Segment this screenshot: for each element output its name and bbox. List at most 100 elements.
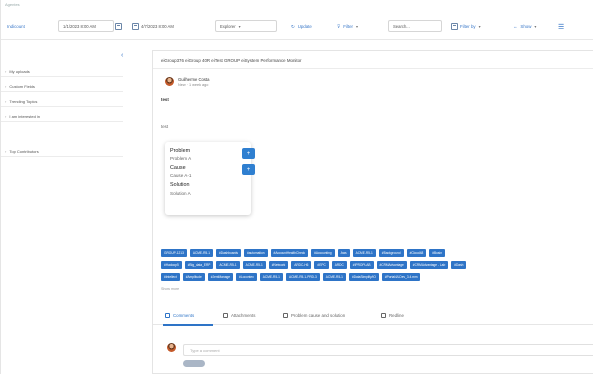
- tag-chip[interactable]: ACME-R5-1: [216, 261, 240, 269]
- tag-chip[interactable]: #Portal4/LDev_3.4.mm: [381, 273, 421, 281]
- tag-chip[interactable]: ACME-R5-1-PRD-3: [285, 273, 320, 281]
- tag-chip[interactable]: #JentManage: [207, 273, 234, 281]
- tab-problem-cause-solution[interactable]: Problem cause and solution: [283, 313, 345, 318]
- tag-chip[interactable]: #AccountHealthCheck: [270, 249, 309, 257]
- sidebar-item-my-uploads[interactable]: › My uploads: [1, 66, 123, 77]
- tag-chip[interactable]: Aws: [337, 249, 350, 257]
- solution-heading: Solution: [170, 182, 190, 188]
- tag-chip[interactable]: ACME-R5-1: [259, 273, 283, 281]
- update-button[interactable]: ↻ Update: [291, 21, 312, 32]
- add-cause-button[interactable]: +: [242, 164, 255, 175]
- tab-label: Redline: [389, 313, 404, 318]
- date-from-field[interactable]: 1/1/2023 8:00 AM: [58, 20, 114, 32]
- search-placeholder: Search...: [393, 23, 410, 29]
- post-panel: eiGroup376 eiGroup 40R eiTest GROUP eiSy…: [152, 50, 593, 374]
- tag-chip[interactable]: #Hadoop5: [161, 261, 182, 269]
- back-link[interactable]: Indicount: [7, 21, 25, 32]
- sidebar-item-interested[interactable]: › I am interested in: [1, 111, 123, 122]
- tag-chip[interactable]: GROUP-1213: [161, 249, 187, 257]
- tag-chip[interactable]: ACME-R5-1: [189, 249, 214, 257]
- menu-icon[interactable]: ☰: [558, 21, 564, 32]
- tag-chip[interactable]: #Big_data_ERP: [184, 261, 214, 269]
- sidebar-item-trending-topics[interactable]: › Trending Topics: [1, 96, 123, 107]
- tag-chip[interactable]: ACME-R5-1: [352, 249, 376, 257]
- tag-chip[interactable]: #DataSimplify/IO: [348, 273, 379, 281]
- sidebar: › My uploads › Custom Fields › Trending …: [1, 50, 126, 170]
- calendar-icon: [132, 22, 139, 30]
- tag-row: GROUP-1213 ACME-R5-1 #Dashboards #automatio…: [161, 249, 448, 258]
- tab-comments[interactable]: Comments: [165, 313, 194, 318]
- show-more-link[interactable]: Show more: [161, 287, 179, 291]
- tag-chip[interactable]: ACME-R5-1: [322, 273, 346, 281]
- funnel-icon: ⊽: [337, 23, 341, 29]
- divider: [153, 68, 593, 69]
- tag-chip[interactable]: #Dashboards: [216, 249, 241, 257]
- tag-chip[interactable]: #automation: [244, 249, 268, 257]
- tab-attachments[interactable]: Attachments: [223, 313, 255, 318]
- date-to-field[interactable]: 4/7/2023 8:00 AM: [128, 20, 186, 32]
- tag-chip[interactable]: #Cloud48: [406, 249, 427, 257]
- tag-chip[interactable]: #Busin: [429, 249, 445, 257]
- tag-chip[interactable]: #Intellect: [161, 273, 180, 281]
- tag-chip[interactable]: #Amplitude: [182, 273, 205, 281]
- view-select-value: Explorer: [220, 23, 236, 29]
- toolbar: Indicount 1/1/2023 8:00 AM 4/7/2023 8:00…: [1, 12, 593, 40]
- tag-chip[interactable]: #Accounting: [311, 249, 335, 257]
- post-title: eiGroup376 eiGroup 40R eiTest GROUP eiSy…: [161, 58, 302, 63]
- tag-chip[interactable]: #Network: [268, 261, 289, 269]
- post-time: New · 1 week ago: [178, 83, 209, 87]
- sidebar-item-label: Top Contributors: [9, 148, 39, 154]
- sidebar-item-label: Trending Topics: [9, 98, 38, 104]
- filter-by-button[interactable]: Filter by ▾: [451, 21, 481, 32]
- redline-icon: [381, 313, 386, 318]
- post-body-bold: test: [161, 97, 169, 102]
- chevron-down-icon: ▾: [238, 23, 241, 29]
- tag-chip[interactable]: #CRMAdvantage - Lab: [409, 261, 449, 269]
- calendar-icon[interactable]: [115, 21, 124, 32]
- post-comment-button[interactable]: [183, 360, 205, 367]
- filter-by-label: Filter by: [460, 24, 476, 29]
- post-tabs: Comments Attachments Problem cause and s…: [153, 309, 593, 326]
- tag-chip[interactable]: #CRMAdvantage: [376, 261, 407, 269]
- tag-chip[interactable]: #Locontex: [236, 273, 257, 281]
- app-window: Agentes Indicount 1/1/2023 8:00 AM 4/7/2…: [0, 0, 593, 374]
- problem-heading: Problem: [170, 148, 191, 154]
- sidebar-item-custom-fields[interactable]: › Custom Fields: [1, 81, 123, 92]
- chevron-right-icon: ›: [5, 83, 7, 89]
- window-title: Agentes: [5, 2, 20, 7]
- tag-chip[interactable]: ARDC-H6: [291, 261, 312, 269]
- tag-chip[interactable]: ARDC: [331, 261, 347, 269]
- comment-input[interactable]: Type a comment: [183, 344, 593, 356]
- problem-value: Problem A: [170, 156, 192, 161]
- author-name[interactable]: Guilherme Costa: [178, 77, 209, 82]
- post-body-text: test: [161, 124, 169, 129]
- paperclip-icon: [223, 313, 228, 318]
- chevron-right-icon: ›: [5, 98, 7, 104]
- tag-chip[interactable]: #EPC: [314, 261, 329, 269]
- chevron-right-icon: ›: [5, 148, 7, 154]
- view-select[interactable]: Explorer ▾: [215, 20, 277, 32]
- sidebar-item-label: Custom Fields: [9, 83, 35, 89]
- sidebar-item-top-contributors[interactable]: › Top Contributors: [1, 146, 123, 157]
- chevron-down-icon: ▾: [534, 24, 537, 29]
- update-label: Update: [297, 24, 312, 29]
- show-button[interactable]: ↔ Show ▾: [513, 21, 536, 32]
- solution-value: Solution A: [170, 191, 191, 196]
- avatar[interactable]: [165, 77, 174, 86]
- tab-redline[interactable]: Redline: [381, 313, 404, 318]
- show-label: Show: [520, 24, 532, 29]
- chevron-right-icon: ›: [5, 68, 7, 74]
- chevron-right-icon: ›: [5, 113, 7, 119]
- comment-placeholder: Type a comment: [190, 347, 220, 353]
- filter-button[interactable]: ⊽ Filter ▾: [337, 21, 358, 32]
- tag-chip[interactable]: #Background: [378, 249, 404, 257]
- checklist-icon: [283, 313, 288, 318]
- tag-chip[interactable]: ACME-R5-1: [242, 261, 266, 269]
- search-input[interactable]: Search...: [388, 20, 442, 32]
- problem-card: Problem Problem A Cause Cause A-1 Soluti…: [165, 142, 255, 215]
- tag-chip[interactable]: #IPROPLAB: [349, 261, 374, 269]
- tag-chip[interactable]: #Dash: [451, 261, 467, 269]
- add-problem-button[interactable]: +: [242, 148, 255, 159]
- date-from-value: 1/1/2023 8:00 AM: [63, 23, 96, 29]
- refresh-icon: ↻: [291, 23, 295, 29]
